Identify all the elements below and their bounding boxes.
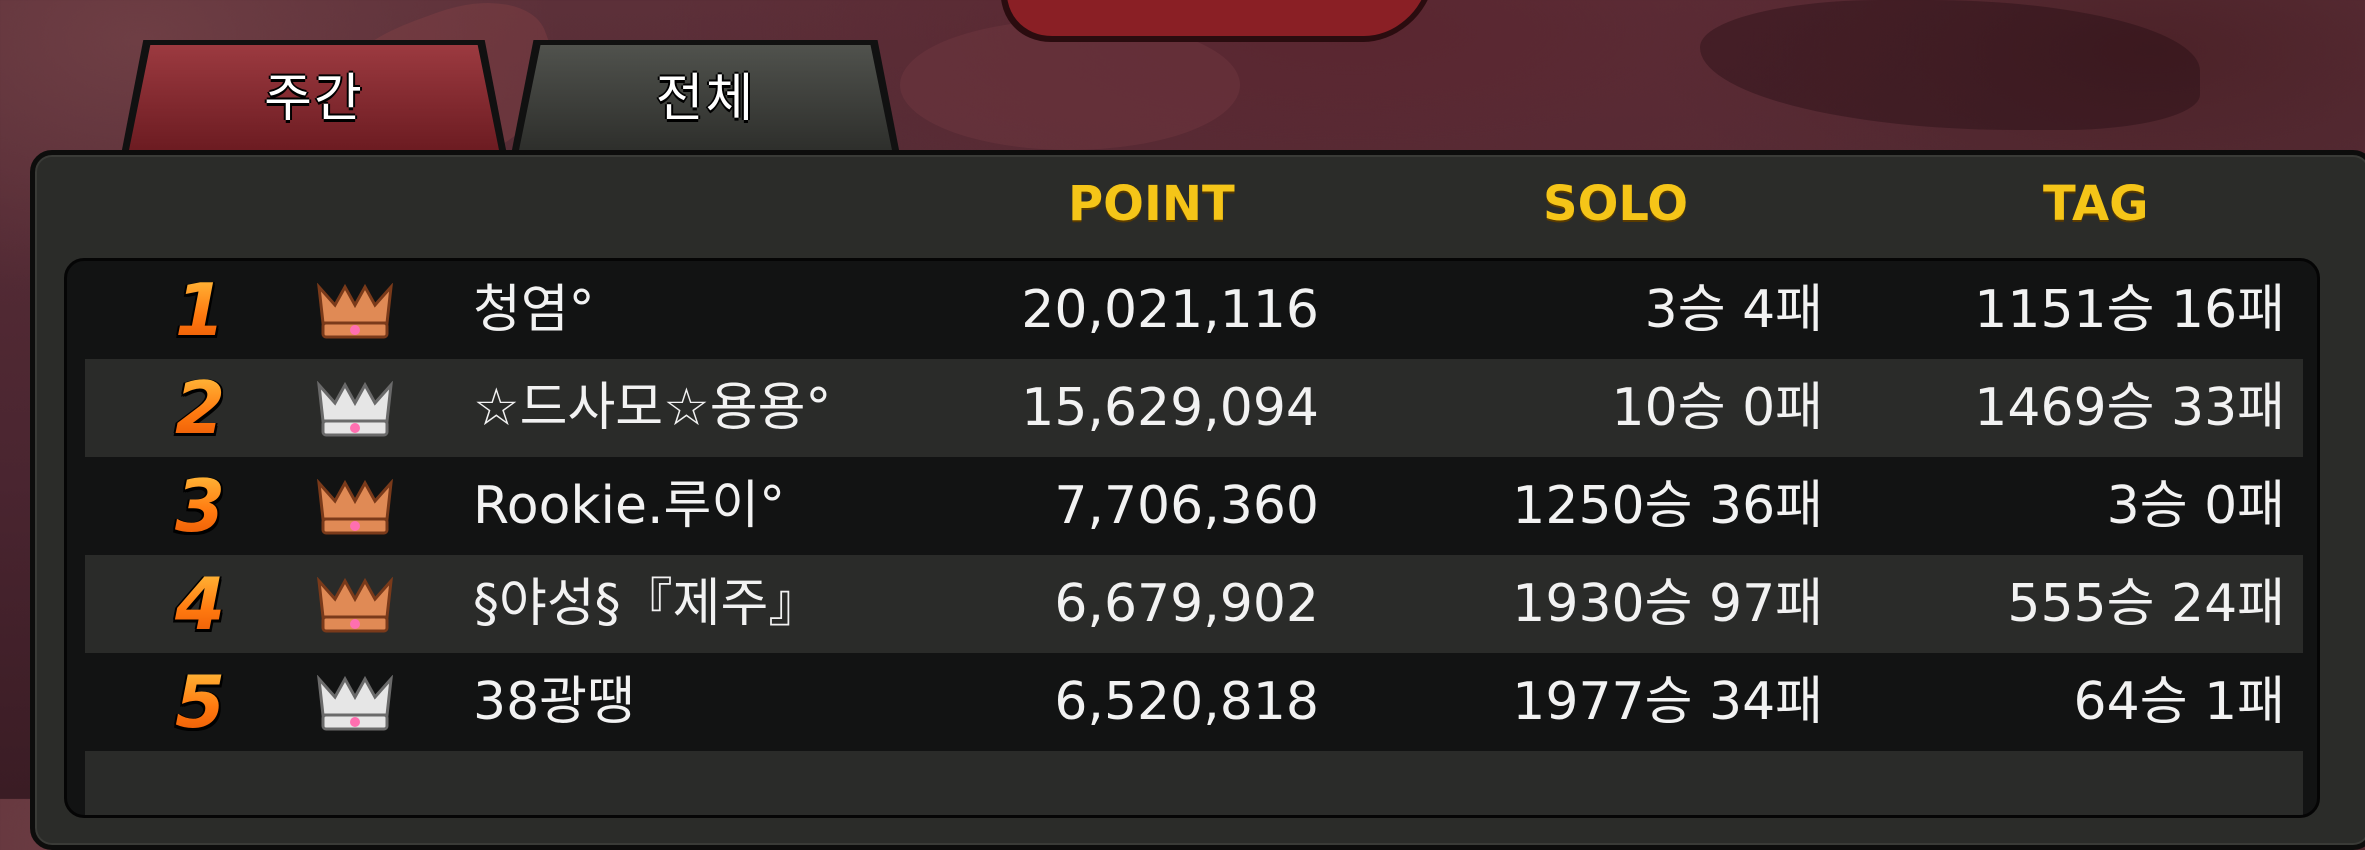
rank-number: 1 [155,261,245,359]
rank-number: 4 [155,555,245,653]
rank-number: 2 [155,359,245,457]
gold-crown-icon [317,577,393,633]
ranking-row-partial[interactable] [85,751,2303,815]
player-tag-record: 64승 1패 [2073,672,2285,732]
player-solo-record: 1977승 34패 [1512,672,1823,732]
column-header-tag: TAG [2043,176,2149,232]
player-solo-record: 3승 4패 [1644,280,1823,340]
player-solo-record: 10승 0패 [1611,378,1823,438]
player-tag-record: 1151승 16패 [1974,280,2285,340]
player-tag-record: 3승 0패 [2106,476,2285,536]
ranking-row[interactable]: 3 Rookie.루이° 7,706,360 1250승 36패 3승 0패 [85,457,2303,555]
player-point: 20,021,116 [1021,280,1319,340]
silver-crown-icon [317,381,393,437]
player-name: 청염° [473,280,595,340]
rank-number: 3 [155,457,245,555]
player-name: ☆드사모☆용용° [473,378,832,438]
player-point: 7,706,360 [1054,476,1319,536]
rank-number: 5 [155,653,245,751]
ranking-row[interactable]: 4 §야성§『제주』 6,679,902 1930승 97패 555승 24패 [85,555,2303,653]
ranking-list[interactable]: 1 청염° 20,021,116 3승 4패 1151승 16패 2 ☆드사모☆… [64,258,2320,818]
player-solo-record: 1930승 97패 [1512,574,1823,634]
column-header-point: POINT [1068,176,1235,232]
player-name: 38광땡 [473,672,635,732]
player-point: 6,679,902 [1054,574,1319,634]
player-point: 6,520,818 [1054,672,1319,732]
player-name: Rookie.루이° [473,476,786,536]
player-tag-record: 555승 24패 [2007,574,2285,634]
background-art [1700,0,2200,130]
player-name: §야성§『제주』 [473,574,821,634]
player-point: 15,629,094 [1021,378,1319,438]
tab-weekly-label: 주간 [264,68,364,129]
tab-weekly[interactable]: 주간 [128,45,500,155]
gold-crown-icon [317,479,393,535]
tab-all-label: 전체 [655,68,756,129]
player-solo-record: 1250승 36패 [1512,476,1823,536]
silver-crown-icon [317,675,393,731]
ranking-row[interactable]: 2 ☆드사모☆용용° 15,629,094 10승 0패 1469승 33패 [85,359,2303,457]
gold-crown-icon [317,283,393,339]
player-tag-record: 1469승 33패 [1974,378,2285,438]
title-banner-edge [991,0,1441,42]
tab-all[interactable]: 전체 [518,45,893,155]
column-header-solo: SOLO [1543,176,1689,232]
ranking-row[interactable]: 1 청염° 20,021,116 3승 4패 1151승 16패 [85,261,2303,359]
ranking-row[interactable]: 5 38광땡 6,520,818 1977승 34패 64승 1패 [85,653,2303,751]
